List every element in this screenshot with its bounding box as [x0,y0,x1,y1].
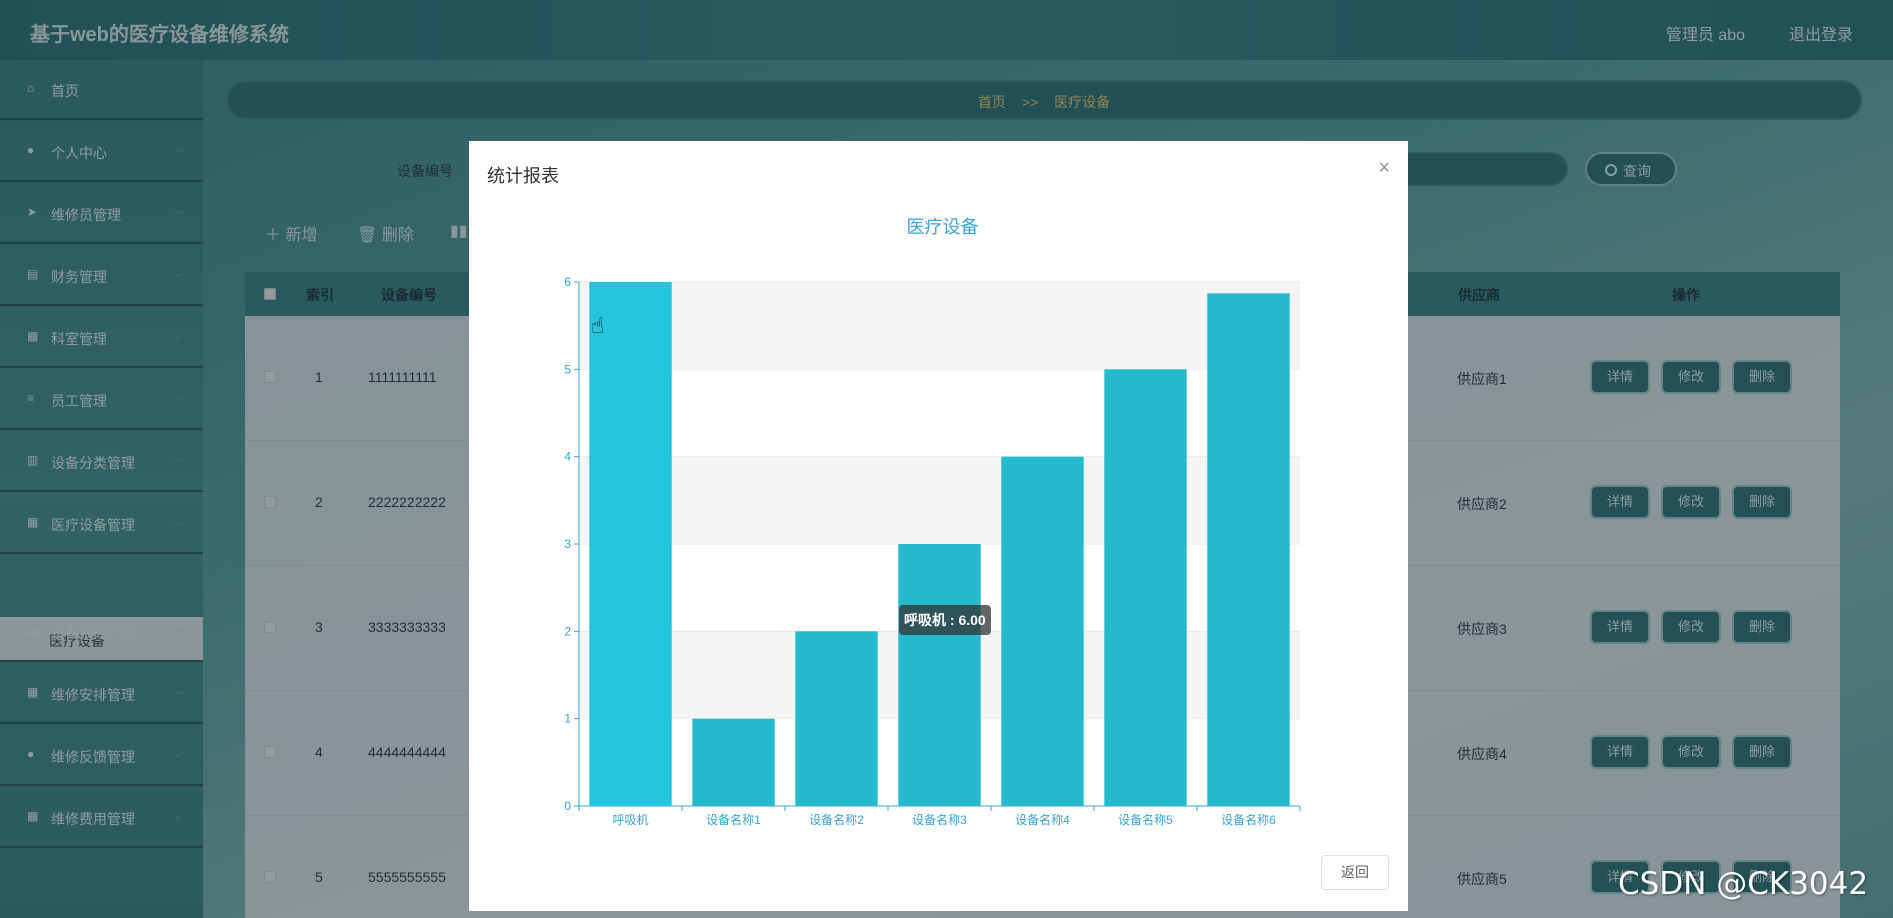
back-button[interactable]: 返回 [1321,855,1389,890]
watermark: CSDN @CK3042 [1618,866,1869,902]
bar [1104,369,1187,806]
y-tick-label: 3 [564,537,571,551]
bar [795,631,878,806]
hand-cursor-icon: ☝ [591,313,605,338]
x-tick-label: 设备名称5 [1118,812,1173,827]
y-tick-label: 5 [564,362,571,376]
x-tick-label: 设备名称1 [706,812,761,827]
bar [692,718,775,806]
bar [1001,456,1084,806]
stats-modal: 统计报表 × 医疗设备 0 1 2 3 4 5 6 呼吸机 设备名称1 设备名称2 设备名称3 设备名称… [469,141,1408,911]
y-tick-label: 2 [564,624,571,638]
x-tick-label: 设备名称4 [1015,812,1070,827]
bar-chart: 医疗设备 0 1 2 3 4 5 6 呼吸机 设备名称1 设备名称2 设备名称3 设备名称4 设备名称5 设… [564,217,1301,827]
chart-tooltip: 呼吸机 : 6.00 [899,605,991,635]
chart-title: 医疗设备 [907,217,979,237]
grid-band [579,282,1300,370]
y-tick-label: 0 [564,799,571,813]
y-tick-label: 1 [564,712,571,726]
modal-title: 统计报表 [487,166,559,186]
grid-band [579,456,1300,544]
bar [1207,293,1290,806]
y-tick-label: 6 [564,275,571,289]
x-tick-label: 设备名称3 [912,812,967,827]
y-tick-label: 4 [564,450,571,464]
bar [898,544,981,806]
x-tick-label: 设备名称2 [809,812,864,827]
x-tick-label: 呼吸机 [612,813,648,827]
x-tick-label: 设备名称6 [1221,812,1276,827]
bar [589,282,672,806]
close-icon[interactable]: × [1378,157,1390,180]
